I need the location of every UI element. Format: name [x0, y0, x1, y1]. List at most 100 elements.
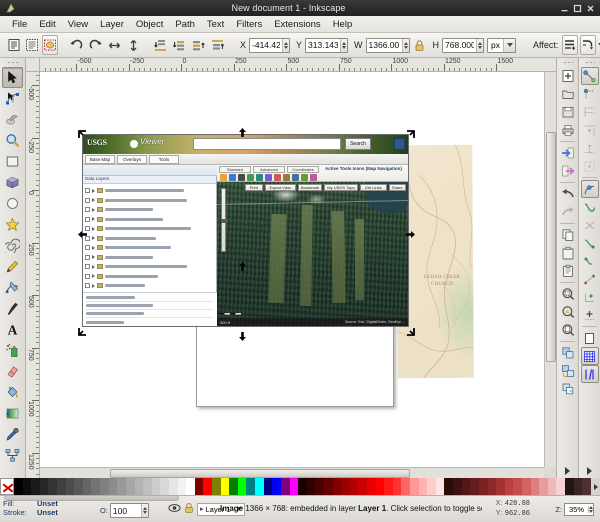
pencil-tool[interactable]: [2, 256, 23, 277]
open-folder-button[interactable]: [559, 85, 577, 103]
color-swatch[interactable]: [341, 478, 350, 495]
usgs-layer-row[interactable]: [85, 272, 158, 281]
fill-stroke-dialog-button[interactable]: [559, 380, 577, 398]
minimize-icon[interactable]: [560, 4, 569, 13]
usgs-search-input[interactable]: [193, 138, 341, 150]
snap-nodes-button[interactable]: [581, 180, 599, 198]
zoom-tool[interactable]: [2, 130, 23, 151]
snap-object-center-button[interactable]: [581, 288, 599, 306]
chevron-right-icon[interactable]: [92, 227, 95, 231]
connector-tool[interactable]: [2, 445, 23, 466]
color-swatch[interactable]: [548, 478, 557, 495]
color-swatch[interactable]: [367, 478, 376, 495]
color-swatch[interactable]: [298, 478, 307, 495]
calligraphy-tool[interactable]: [2, 298, 23, 319]
selection-handle-ne[interactable]: [406, 130, 415, 139]
layer-checkbox[interactable]: [85, 264, 90, 269]
color-swatch[interactable]: [57, 478, 66, 495]
color-swatch[interactable]: [91, 478, 100, 495]
affect-stroke-width-button[interactable]: [562, 35, 578, 55]
w-field[interactable]: [366, 38, 410, 53]
lower-button[interactable]: [171, 35, 188, 55]
layer-checkbox[interactable]: [85, 198, 90, 203]
color-swatch[interactable]: [272, 478, 281, 495]
opacity-field[interactable]: [110, 503, 149, 518]
horizontal-scrollbar-thumb[interactable]: [110, 469, 410, 478]
layer-lock-icon[interactable]: [184, 502, 194, 516]
usgs-zoom-slider[interactable]: [221, 188, 226, 252]
rectangle-tool[interactable]: [2, 151, 23, 172]
color-swatch[interactable]: [135, 478, 144, 495]
zoom-selection-button[interactable]: [559, 285, 577, 303]
usgs-layer-row[interactable]: [85, 243, 171, 252]
usgs-map-tab[interactable]: Advanced: [253, 166, 285, 173]
color-swatch[interactable]: [462, 478, 471, 495]
menu-help[interactable]: Help: [327, 18, 359, 31]
redo-button[interactable]: [559, 203, 577, 221]
selection-handle-e[interactable]: [406, 230, 415, 239]
usgs-map-tool-icon[interactable]: [292, 174, 299, 181]
unit-selector[interactable]: px: [487, 38, 516, 53]
usgs-aerial-map[interactable]: PrintExport ViewBookmarkMy USGS TopoGet …: [217, 182, 408, 326]
selection-handle-w[interactable]: [78, 230, 87, 239]
color-swatch[interactable]: [401, 478, 410, 495]
usgs-map-tool-icon[interactable]: [247, 174, 254, 181]
color-swatch[interactable]: [109, 478, 118, 495]
usgs-map-tab[interactable]: Coordinates: [287, 166, 319, 173]
zoom-spinner[interactable]: [588, 506, 593, 513]
usgs-layer-row[interactable]: [85, 234, 156, 243]
usgs-layer-row[interactable]: [85, 262, 187, 271]
usgs-map-button[interactable]: My USGS Topo: [324, 184, 358, 191]
group-objects-button[interactable]: [559, 344, 577, 362]
color-swatch[interactable]: [436, 478, 445, 495]
color-swatch[interactable]: [178, 478, 187, 495]
import-button[interactable]: [559, 144, 577, 162]
menu-filters[interactable]: Filters: [230, 18, 268, 31]
eye-icon[interactable]: [168, 503, 181, 515]
bezier-tool[interactable]: [2, 277, 23, 298]
usgs-map-tool-icon[interactable]: [229, 174, 236, 181]
maximize-icon[interactable]: [573, 4, 582, 13]
color-swatch[interactable]: [281, 478, 290, 495]
color-swatch[interactable]: [531, 478, 540, 495]
help-icon[interactable]: [394, 138, 405, 150]
vertical-scrollbar-thumb[interactable]: [546, 132, 556, 362]
ellipse-tool[interactable]: [2, 193, 23, 214]
color-swatch[interactable]: [505, 478, 514, 495]
color-swatch[interactable]: [393, 478, 402, 495]
box3d-tool[interactable]: [2, 172, 23, 193]
usgs-footer-row[interactable]: [85, 294, 213, 302]
color-swatch[interactable]: [143, 478, 152, 495]
snap-page-border-button[interactable]: [581, 329, 599, 347]
fill-stroke-indicator[interactable]: Fill: Unset Stroke: Unset: [3, 499, 95, 517]
selection-handle-s[interactable]: [238, 332, 247, 341]
usgs-tab[interactable]: Base Map: [85, 155, 115, 164]
usgs-map-button[interactable]: Print: [245, 184, 263, 191]
usgs-map-tool-icon[interactable]: [283, 174, 290, 181]
usgs-map-button[interactable]: Share: [389, 184, 407, 191]
color-swatch[interactable]: [384, 478, 393, 495]
menu-path[interactable]: Path: [169, 18, 201, 31]
usgs-map-tab[interactable]: Standard: [219, 166, 251, 173]
usgs-national-map-viewer-image[interactable]: USGS Viewer Search Base MapOverlaysTools…: [82, 134, 409, 327]
opacity-control[interactable]: O:: [100, 503, 150, 518]
color-swatch[interactable]: [376, 478, 385, 495]
layer-checkbox[interactable]: [85, 274, 90, 279]
color-swatch[interactable]: [255, 478, 264, 495]
chevron-right-icon[interactable]: [92, 265, 95, 269]
copy-button[interactable]: [559, 226, 577, 244]
palette-scroll-arrow-icon[interactable]: [591, 478, 600, 495]
usgs-layer-row[interactable]: [85, 205, 153, 214]
zoom-drawing-button[interactable]: [559, 303, 577, 321]
color-swatch[interactable]: [453, 478, 462, 495]
w-spinner[interactable]: [402, 39, 409, 52]
commands-bar-grip[interactable]: [563, 61, 573, 65]
color-swatch[interactable]: [23, 478, 32, 495]
usgs-layer-row[interactable]: [85, 253, 153, 262]
usgs-tab[interactable]: Tools: [149, 155, 179, 164]
color-swatch[interactable]: [333, 478, 342, 495]
tweak-tool[interactable]: [2, 109, 23, 130]
dropper-tool[interactable]: [2, 424, 23, 445]
color-swatch[interactable]: [221, 478, 230, 495]
color-swatch[interactable]: [582, 478, 591, 495]
